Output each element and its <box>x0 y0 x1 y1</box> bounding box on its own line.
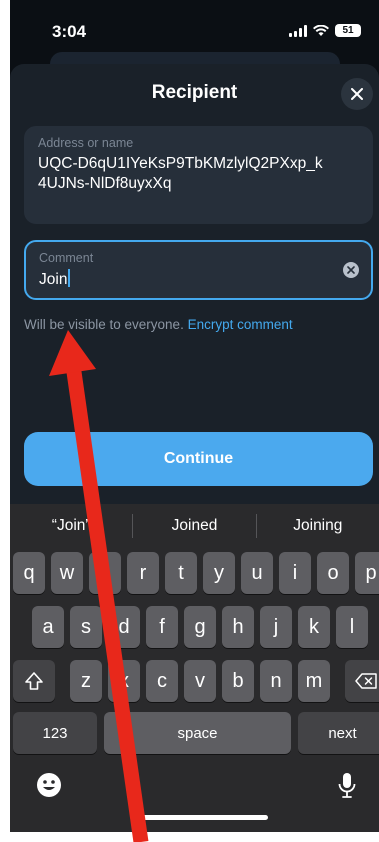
key-v[interactable]: v <box>184 660 216 702</box>
signal-icon <box>289 24 307 37</box>
comment-field[interactable]: Comment Join <box>24 240 373 300</box>
key-n[interactable]: n <box>260 660 292 702</box>
space-key[interactable]: space <box>104 712 291 754</box>
address-value: UQC-D6qU1IYeKsP9TbKMzlylQ2PXxp_k4UJNs-Nl… <box>38 155 323 192</box>
key-d[interactable]: d <box>108 606 140 648</box>
shift-key[interactable] <box>13 660 55 702</box>
key-m[interactable]: m <box>298 660 330 702</box>
backspace-key[interactable] <box>345 660 379 702</box>
key-g[interactable]: g <box>184 606 216 648</box>
battery-icon: 51 <box>335 24 361 37</box>
key-a[interactable]: a <box>32 606 64 648</box>
comment-value: Join <box>39 271 68 288</box>
address-field[interactable]: Address or name UQC-D6qU1IYeKsP9TbKMzlyl… <box>24 126 373 224</box>
suggestion-item[interactable]: “Join” <box>10 517 132 535</box>
emoji-button[interactable] <box>36 772 62 805</box>
key-p[interactable]: p <box>355 552 379 594</box>
key-u[interactable]: u <box>241 552 273 594</box>
numbers-key[interactable]: 123 <box>13 712 97 754</box>
continue-button[interactable]: Continue <box>24 432 373 486</box>
wifi-icon <box>313 24 329 36</box>
key-t[interactable]: t <box>165 552 197 594</box>
sheet-title: Recipient <box>151 82 238 103</box>
comment-input-line: Join <box>39 269 358 290</box>
phone-screen: 3:04 51 Recipient Address or name UQC-D6… <box>10 0 379 832</box>
home-indicator <box>132 815 268 820</box>
close-button[interactable] <box>341 78 373 110</box>
key-r[interactable]: r <box>127 552 159 594</box>
encrypt-comment-link[interactable]: Encrypt comment <box>188 317 293 332</box>
clear-icon <box>347 266 355 274</box>
text-caret <box>68 269 71 287</box>
microphone-icon <box>338 773 356 798</box>
key-q[interactable]: q <box>13 552 45 594</box>
key-x[interactable]: x <box>108 660 140 702</box>
key-o[interactable]: o <box>317 552 349 594</box>
backspace-icon <box>355 673 377 689</box>
status-time: 3:04 <box>52 22 87 41</box>
clear-comment-button[interactable] <box>343 262 359 278</box>
key-b[interactable]: b <box>222 660 254 702</box>
recipient-sheet: Recipient Address or name UQC-D6qU1IYeKs… <box>10 64 379 504</box>
key-j[interactable]: j <box>260 606 292 648</box>
address-label: Address or name <box>38 136 134 150</box>
shift-icon <box>25 672 43 690</box>
status-bar: 3:04 51 <box>10 0 379 60</box>
close-icon <box>351 88 363 100</box>
key-c[interactable]: c <box>146 660 178 702</box>
emoji-icon <box>37 773 61 797</box>
key-e[interactable]: e <box>89 552 121 594</box>
keyboard: “Join” Joined Joining q w e r t y u i o … <box>10 504 379 832</box>
key-l[interactable]: l <box>336 606 368 648</box>
comment-hint: Will be visible to everyone. Encrypt com… <box>24 317 293 332</box>
key-i[interactable]: i <box>279 552 311 594</box>
key-k[interactable]: k <box>298 606 330 648</box>
key-h[interactable]: h <box>222 606 254 648</box>
suggestion-item[interactable]: Joining <box>257 517 379 535</box>
status-icons: 51 <box>289 24 361 37</box>
suggestion-bar: “Join” Joined Joining <box>10 504 379 548</box>
key-s[interactable]: s <box>70 606 102 648</box>
next-key[interactable]: next <box>298 712 379 754</box>
key-f[interactable]: f <box>146 606 178 648</box>
suggestion-item[interactable]: Joined <box>133 517 255 535</box>
key-w[interactable]: w <box>51 552 83 594</box>
key-y[interactable]: y <box>203 552 235 594</box>
dictation-button[interactable] <box>338 772 356 807</box>
comment-label: Comment <box>39 251 94 265</box>
hint-text: Will be visible to everyone. <box>24 317 188 332</box>
key-z[interactable]: z <box>70 660 102 702</box>
